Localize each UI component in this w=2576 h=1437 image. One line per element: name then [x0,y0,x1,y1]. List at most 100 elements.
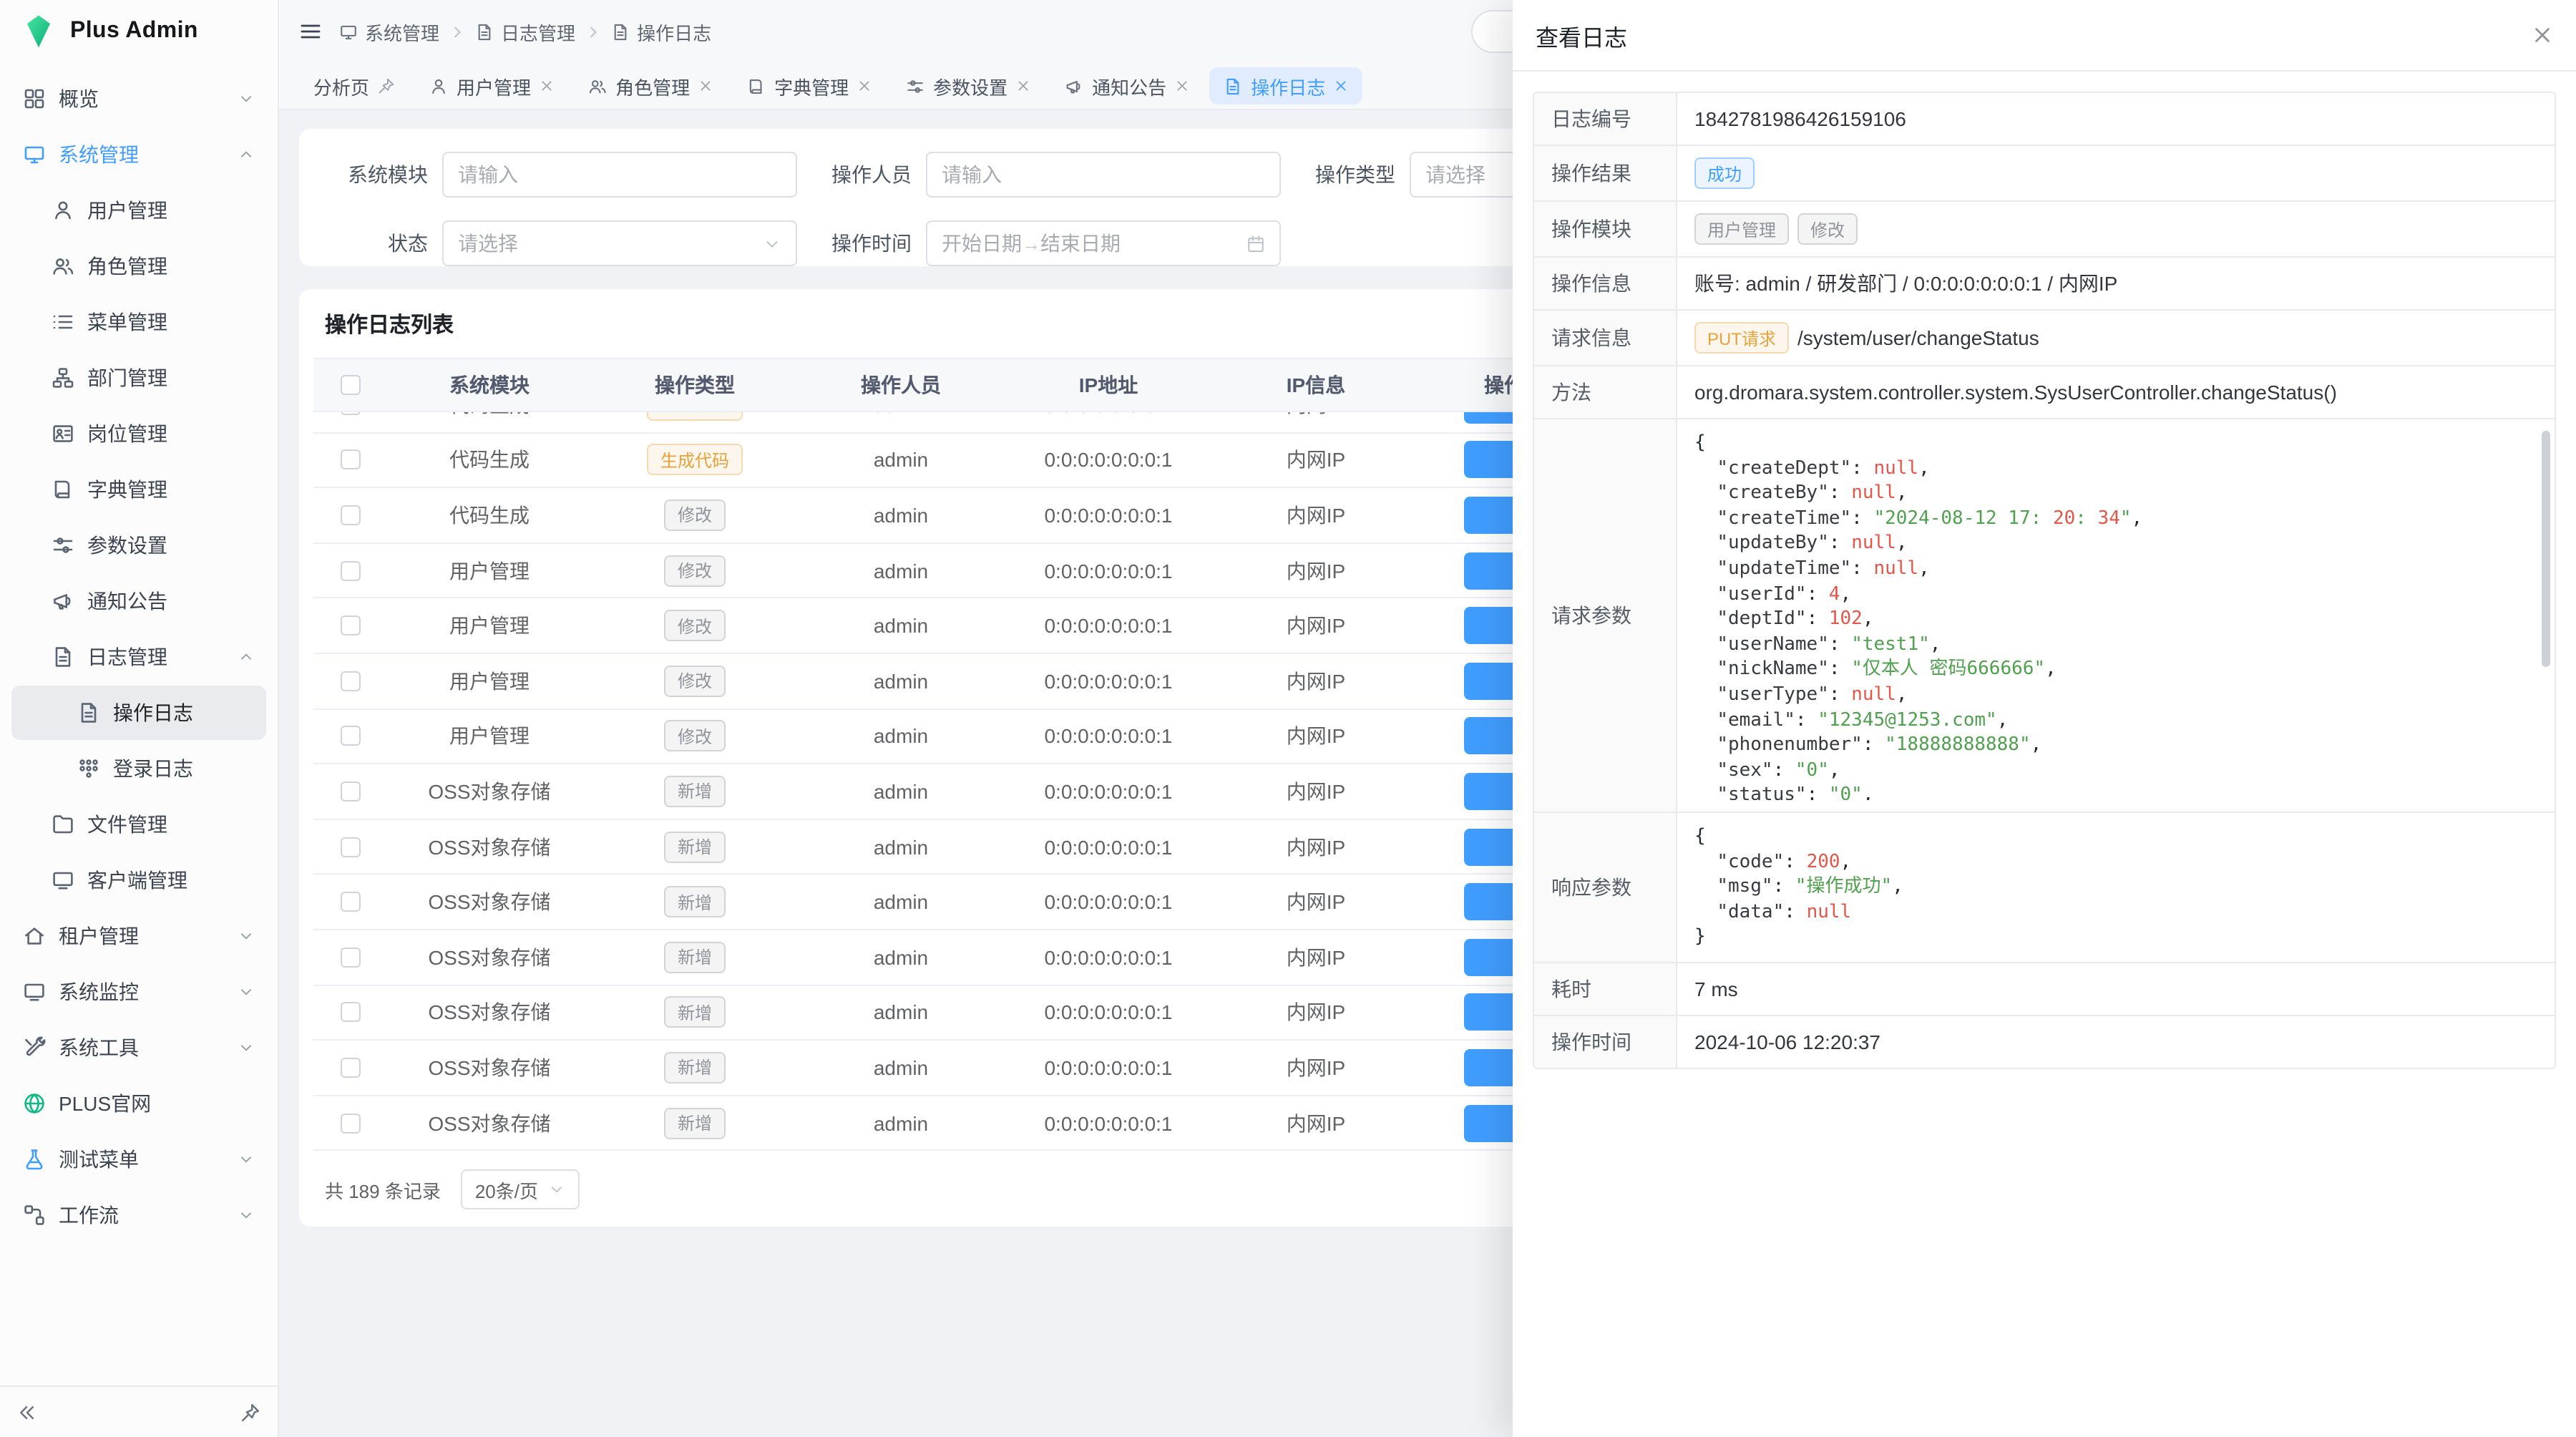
tab-analysis[interactable]: 分析页 [299,67,409,104]
detail-label: 响应参数 [1534,813,1677,962]
tab-config[interactable]: 参数设置 [892,67,1045,104]
row-checkbox[interactable] [313,505,388,525]
filter-daterange[interactable]: 开始日期→结束日期 [926,220,1281,266]
sidebar-item-dict[interactable]: 字典管理 [11,462,266,517]
globe-icon [23,1092,46,1115]
doc-icon [475,22,494,41]
display-icon [52,869,74,892]
select-all-checkbox[interactable] [313,375,388,395]
placeholder-text: 请选择 [1425,160,1485,189]
sidebar-item-operlog[interactable]: 操作日志 [11,686,266,740]
filter-select[interactable]: 请选择 [442,220,797,266]
sidebar-item-label: 登录日志 [113,754,255,783]
cell-ip: 0:0:0:0:0:0:0:1 [1003,1111,1214,1134]
sidebar-item-label: 概览 [59,84,225,113]
close-icon[interactable] [2532,24,2553,46]
detail-value-cell: 1842781986426159106 [1677,93,2555,145]
app-logo[interactable]: Plus Admin [0,0,278,63]
row-checkbox[interactable] [313,412,388,415]
tab-notice[interactable]: 通知公告 [1050,67,1204,104]
close-icon[interactable] [857,79,872,93]
row-checkbox[interactable] [313,671,388,691]
detail-label: 请求参数 [1534,419,1677,812]
sidebar-item-dept[interactable]: 部门管理 [11,351,266,405]
sidebar-item-overview[interactable]: 概览 [11,72,266,126]
row-checkbox[interactable] [313,947,388,967]
pin-sidebar-icon[interactable] [240,1402,260,1422]
cell-operation-type: 新增 [591,886,799,917]
sidebar-item-log[interactable]: 日志管理 [11,630,266,684]
close-icon[interactable] [540,79,554,93]
row-checkbox[interactable] [313,1113,388,1133]
sidebar-item-role[interactable]: 角色管理 [11,239,266,293]
row-checkbox[interactable] [313,615,388,635]
doc-icon [611,22,630,41]
sidebar-item-label: 客户端管理 [87,866,255,895]
sidebar-item-post[interactable]: 岗位管理 [11,406,266,461]
sidebar-item-config[interactable]: 参数设置 [11,518,266,573]
sidebar-item-label: 通知公告 [87,587,255,615]
tools-icon [23,1036,46,1059]
row-checkbox[interactable] [313,726,388,746]
sidebar-item-system[interactable]: 系统管理 [11,127,266,182]
close-icon[interactable] [698,79,713,93]
doc-icon [1224,77,1242,95]
cell-operator: admin [799,945,1003,968]
tab-role[interactable]: 角色管理 [574,67,727,104]
sidebar-item-menu[interactable]: 菜单管理 [11,295,266,349]
sidebar-item-tools[interactable]: 系统工具 [11,1020,266,1075]
detail-tag: PUT请求 [1694,322,1789,354]
column-header-2: 操作人员 [799,371,1003,399]
close-icon[interactable] [1334,79,1348,93]
sidebar-item-label: 测试菜单 [59,1145,225,1174]
sidebar-item-file[interactable]: 文件管理 [11,797,266,852]
filter-label: 操作人员 [823,160,912,189]
row-checkbox[interactable] [313,781,388,802]
log-detail-table: 日志编号1842781986426159106操作结果成功操作模块用户管理修改操… [1533,92,2556,1069]
sidebar-item-monitor[interactable]: 系统监控 [11,965,266,1019]
close-icon[interactable] [1175,79,1189,93]
cell-ip: 0:0:0:0:0:0:0:1 [1003,780,1214,803]
row-checkbox[interactable] [313,1058,388,1078]
tab-dict[interactable]: 字典管理 [733,67,886,104]
pagination-total: 共 189 条记录 [325,1177,441,1204]
drawer-detail-row: 操作信息账号: admin / 研发部门 / 0:0:0:0:0:0:0:1 /… [1534,258,2555,311]
tab-label: 分析页 [313,72,369,99]
detail-label: 耗时 [1534,963,1677,1015]
page-size-label: 20条/页 [475,1177,538,1204]
sidebar-item-user[interactable]: 用户管理 [11,183,266,238]
breadcrumb-item[interactable]: 日志管理 [475,18,575,45]
cell-ip-info: 内网IP [1214,1053,1418,1082]
page-size-select[interactable]: 20条/页 [461,1170,580,1210]
drawer-header: 查看日志 [1513,0,2576,72]
breadcrumb-item[interactable]: 操作日志 [611,18,711,45]
cell-ip: 0:0:0:0:0:0:0:1 [1003,725,1214,748]
row-checkbox[interactable] [313,892,388,912]
row-checkbox[interactable] [313,450,388,470]
filter-input[interactable]: 请输入 [926,152,1281,198]
collapse-sidebar-button[interactable] [17,1402,37,1422]
sidebar-item-tenant[interactable]: 租户管理 [11,909,266,963]
sidebar-item-loginlog[interactable]: 登录日志 [11,741,266,796]
row-checkbox[interactable] [313,560,388,580]
sidebar-item-notice[interactable]: 通知公告 [11,574,266,628]
tab-user[interactable]: 用户管理 [415,67,568,104]
hamburger-menu-icon[interactable] [299,20,322,43]
filter-input[interactable]: 请输入 [442,152,797,198]
close-icon[interactable] [1016,79,1030,93]
tab-operlog[interactable]: 操作日志 [1209,67,1362,104]
tree-icon [52,366,74,389]
operation-type-tag: 生成代码 [648,444,742,476]
row-checkbox[interactable] [313,837,388,857]
cell-ip-info: 内网IP [1214,446,1418,474]
scrollbar-thumb[interactable] [2542,431,2550,667]
row-checkbox[interactable] [313,1003,388,1023]
sidebar-item-test[interactable]: 测试菜单 [11,1132,266,1187]
sidebar-item-workflow[interactable]: 工作流 [11,1188,266,1242]
filter-field: 状态请选择 [339,220,797,266]
sidebar-item-client[interactable]: 客户端管理 [11,853,266,907]
drawer-detail-row: 方法org.dromara.system.controller.system.S… [1534,366,2555,419]
cell-operator: admin [799,412,1003,417]
sidebar-item-plus-site[interactable]: PLUS官网 [11,1076,266,1131]
breadcrumb-item[interactable]: 系统管理 [339,18,439,45]
